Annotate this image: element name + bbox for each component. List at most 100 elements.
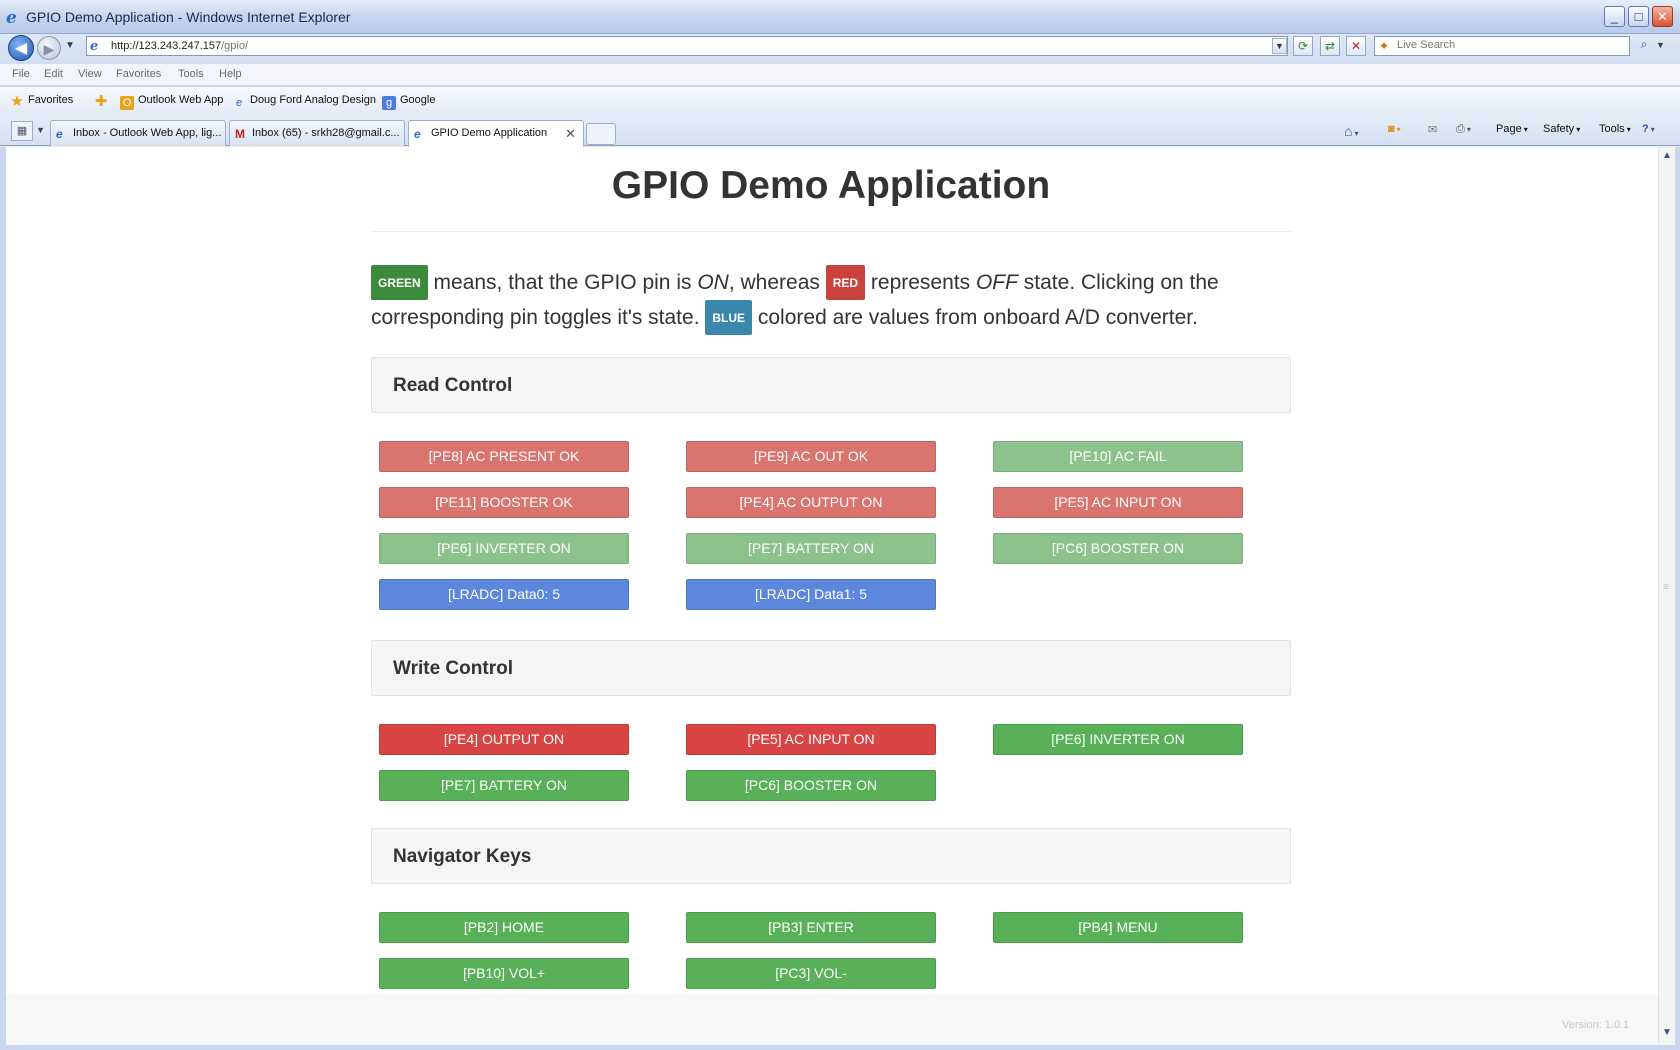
nav-vol-up-button[interactable]: [PB10] VOL+: [379, 958, 629, 989]
read-pe10-button[interactable]: [PE10] AC FAIL: [993, 441, 1243, 472]
address-url: http://123.243.247.157/gpio/: [111, 40, 248, 52]
write-pe4-button[interactable]: [PE4] OUTPUT ON: [379, 724, 629, 755]
search-box[interactable]: ✦: [1374, 36, 1630, 56]
navigator-keys-grid: [PB2] HOME [PB3] ENTER [PB4] MENU [PB10]…: [371, 912, 1291, 989]
compatibility-view-icon[interactable]: ⇄: [1320, 36, 1340, 56]
write-control-header: Write Control: [371, 640, 1291, 696]
ie-logo-icon: e: [6, 8, 17, 28]
close-window-button[interactable]: ✕: [1652, 6, 1673, 27]
intro-text: , whereas: [728, 271, 826, 294]
feeds-icon[interactable]: ◙ ▾: [1388, 123, 1401, 135]
address-dropdown-icon[interactable]: ▼: [1272, 38, 1287, 54]
write-control-grid: [PE4] OUTPUT ON [PE5] AC INPUT ON [PE6] …: [371, 724, 1291, 801]
read-pe4-button[interactable]: [PE4] AC OUTPUT ON: [686, 487, 936, 518]
refresh-icon[interactable]: ⟳: [1293, 36, 1313, 56]
favorites-star-icon: ★: [10, 93, 24, 110]
print-icon[interactable]: ⎙ ▾: [1456, 123, 1471, 136]
live-search-icon: ✦: [1379, 39, 1390, 53]
footer: [6, 995, 1658, 1045]
scroll-down-icon[interactable]: ▼: [1662, 1027, 1672, 1038]
read-pc6-button[interactable]: [PC6] BOOSTER ON: [993, 533, 1243, 564]
menu-view[interactable]: View: [78, 68, 102, 80]
recent-pages-dropdown-icon[interactable]: ▼: [65, 40, 75, 51]
favorite-google[interactable]: g Google: [382, 94, 435, 110]
google-icon: g: [382, 96, 396, 110]
outlook-icon: O: [120, 96, 134, 110]
title-divider: [371, 231, 1291, 232]
write-pe6-button[interactable]: [PE6] INVERTER ON: [993, 724, 1243, 755]
tab-gpio-demo[interactable]: e GPIO Demo Application ✕: [408, 120, 584, 147]
tab-outlook[interactable]: e Inbox - Outlook Web App, lig...: [50, 120, 226, 146]
vertical-scrollbar[interactable]: ▲ ≡ ▼: [1658, 147, 1675, 1045]
intro-paragraph: GREEN means, that the GPIO pin is ON, wh…: [371, 265, 1291, 335]
tab-gmail[interactable]: M Inbox (65) - srkh28@gmail.c...: [229, 120, 405, 146]
menu-file[interactable]: File: [12, 68, 30, 80]
read-control-grid: [PE8] AC PRESENT OK [PE9] AC OUT OK [PE1…: [371, 441, 1291, 613]
nav-menu-button[interactable]: [PB4] MENU: [993, 912, 1243, 943]
favorites-button[interactable]: ★ Favorites: [10, 94, 73, 109]
web-content: Version: 1.0.1 GPIO Demo Application GRE…: [6, 147, 1658, 1045]
close-tab-icon[interactable]: ✕: [565, 126, 576, 142]
navigator-keys-header: Navigator Keys: [371, 828, 1291, 884]
read-pe11-button[interactable]: [PE11] BOOSTER OK: [379, 487, 629, 518]
stop-icon[interactable]: ✕: [1346, 36, 1366, 56]
ie-page-icon: e: [56, 127, 63, 141]
safety-menu-label: Safety: [1543, 123, 1575, 135]
read-mail-icon[interactable]: ✉: [1428, 123, 1437, 136]
read-pe7-button[interactable]: [PE7] BATTERY ON: [686, 533, 936, 564]
home-icon[interactable]: ⌂ ▾: [1344, 123, 1358, 139]
tab-list-dropdown-icon[interactable]: ▼: [36, 125, 45, 135]
blue-label: BLUE: [705, 300, 753, 335]
new-tab-button[interactable]: [586, 123, 616, 145]
maximize-button[interactable]: □: [1628, 6, 1649, 27]
adc-data0-button[interactable]: [LRADC] Data0: 5: [379, 579, 629, 610]
page-menu[interactable]: Page ▾: [1496, 123, 1528, 135]
favorites-bar: ★ Favorites ✚ O Outlook Web App e Doug Ford…: [0, 87, 1680, 115]
nav-vol-down-button[interactable]: [PC3] VOL-: [686, 958, 936, 989]
red-label: RED: [825, 265, 866, 300]
nav-enter-button[interactable]: [PB3] ENTER: [686, 912, 936, 943]
tab-bar: ▦ ▼ e Inbox - Outlook Web App, lig... M …: [0, 115, 1680, 147]
write-pe7-button[interactable]: [PE7] BATTERY ON: [379, 770, 629, 801]
tools-menu-label: Tools: [1599, 123, 1625, 135]
intro-off: OFF: [975, 271, 1018, 294]
search-options-icon[interactable]: ▼: [1656, 40, 1665, 50]
scroll-up-icon[interactable]: ▲: [1662, 150, 1672, 161]
minimize-button[interactable]: _: [1604, 6, 1625, 27]
menu-edit[interactable]: Edit: [44, 68, 63, 80]
safety-menu[interactable]: Safety ▾: [1543, 123, 1580, 135]
menu-favorites[interactable]: Favorites: [116, 68, 161, 80]
read-pe9-button[interactable]: [PE9] AC OUT OK: [686, 441, 936, 472]
nav-home-button[interactable]: [PB2] HOME: [379, 912, 629, 943]
favorite-doug-ford[interactable]: e Doug Ford Analog Design: [232, 94, 376, 110]
read-pe6-button[interactable]: [PE6] INVERTER ON: [379, 533, 629, 564]
tab-label: Inbox - Outlook Web App, lig...: [73, 127, 222, 139]
intro-text: represents: [865, 271, 976, 294]
address-bar[interactable]: e http://123.243.247.157/gpio/: [86, 36, 1288, 56]
write-pc6-button[interactable]: [PC6] BOOSTER ON: [686, 770, 936, 801]
write-pe5-button[interactable]: [PE5] AC INPUT ON: [686, 724, 936, 755]
search-icon[interactable]: ⌕: [1634, 37, 1654, 55]
read-pe8-button[interactable]: [PE8] AC PRESENT OK: [379, 441, 629, 472]
forward-button[interactable]: ▶: [37, 36, 61, 60]
tools-menu[interactable]: Tools ▾: [1599, 123, 1631, 135]
favorite-outlook-web-app[interactable]: O Outlook Web App: [120, 94, 223, 110]
favorites-label: Favorites: [28, 94, 74, 106]
ie-page-icon: e: [235, 97, 243, 109]
add-favorite-star-icon: ✚: [94, 93, 108, 110]
scroll-grip-icon[interactable]: ≡: [1663, 582, 1669, 593]
help-icon[interactable]: ? ▾: [1642, 123, 1655, 135]
version-text: Version: 1.0.1: [1562, 1019, 1630, 1031]
menu-tools[interactable]: Tools: [178, 68, 204, 80]
gmail-icon: M: [235, 127, 245, 141]
tab-label: Inbox (65) - srkh28@gmail.c...: [252, 127, 400, 139]
back-button[interactable]: ◀: [8, 35, 34, 61]
search-input[interactable]: [1397, 39, 1617, 51]
address-url-path: /gpio/: [221, 40, 249, 52]
menu-help[interactable]: Help: [219, 68, 242, 80]
add-favorite-icon[interactable]: ✚: [94, 94, 112, 109]
adc-data1-button[interactable]: [LRADC] Data1: 5: [686, 579, 936, 610]
page-menu-label: Page: [1496, 123, 1522, 135]
read-pe5-button[interactable]: [PE5] AC INPUT ON: [993, 487, 1243, 518]
quick-tabs-icon[interactable]: ▦: [11, 121, 33, 141]
